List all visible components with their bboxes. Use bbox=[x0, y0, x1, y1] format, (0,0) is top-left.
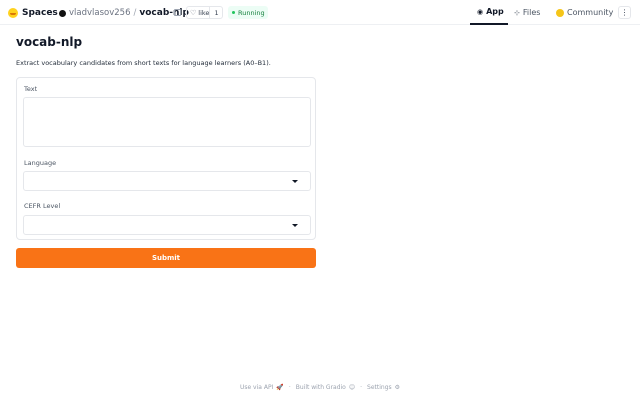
tab-community[interactable]: Community bbox=[556, 0, 613, 25]
input-form-panel: Text Language CEFR Level bbox=[16, 77, 316, 240]
hugging-face-logo-icon bbox=[8, 8, 18, 18]
submit-button[interactable]: Submit bbox=[16, 248, 316, 268]
settings-link[interactable]: Settings bbox=[367, 384, 392, 391]
cefr-level-dropdown[interactable] bbox=[23, 215, 311, 235]
tab-files[interactable]: ⊹ Files bbox=[514, 0, 540, 25]
tab-app-label: App bbox=[486, 7, 504, 16]
heart-icon: ♡ bbox=[190, 8, 197, 17]
owner-link[interactable]: vladvlasov256 bbox=[69, 8, 130, 18]
like-count: 1 bbox=[209, 7, 222, 18]
owner-avatar bbox=[59, 9, 66, 17]
files-icon: ⊹ bbox=[514, 8, 520, 17]
kebab-menu-icon: ⋮ bbox=[620, 8, 629, 17]
built-with-gradio-link[interactable]: Built with Gradio bbox=[296, 384, 346, 391]
status-badge: Running bbox=[228, 6, 268, 19]
repo-name-link[interactable]: vocab-nlp bbox=[139, 8, 189, 18]
language-label: Language bbox=[24, 159, 57, 167]
like-button[interactable]: ♡ like 1 bbox=[186, 6, 223, 19]
top-bar: Spaces vladvlasov256 / vocab-nlp ♡ like … bbox=[0, 0, 640, 25]
tab-community-label: Community bbox=[567, 8, 614, 17]
gradio-logo-icon: 😊 bbox=[348, 383, 356, 391]
page-description: Extract vocabulary candidates from short… bbox=[16, 59, 271, 67]
footer-dot: · bbox=[288, 383, 291, 391]
rocket-icon: 🚀 bbox=[276, 383, 284, 391]
page-title: vocab-nlp bbox=[16, 35, 83, 49]
footer: Use via API 🚀 · Built with Gradio 😊 · Se… bbox=[0, 381, 640, 393]
chevron-down-icon bbox=[292, 224, 298, 227]
breadcrumb-separator: / bbox=[133, 8, 137, 18]
gear-icon: ⚙ bbox=[394, 383, 401, 391]
tab-app[interactable]: ◉ App bbox=[470, 0, 508, 25]
spaces-brand[interactable]: Spaces bbox=[8, 6, 58, 20]
language-dropdown[interactable] bbox=[23, 171, 311, 191]
copy-icon[interactable] bbox=[174, 9, 181, 16]
status-label: Running bbox=[238, 8, 265, 17]
use-via-api-link[interactable]: Use via API bbox=[240, 384, 273, 391]
like-label: like bbox=[198, 8, 210, 17]
text-input[interactable] bbox=[23, 97, 311, 147]
community-icon bbox=[556, 8, 564, 17]
more-options-button[interactable]: ⋮ bbox=[618, 6, 631, 19]
brand-label: Spaces bbox=[22, 8, 58, 18]
tab-files-label: Files bbox=[522, 8, 541, 17]
app-icon: ◉ bbox=[477, 7, 484, 16]
cefr-level-label: CEFR Level bbox=[24, 202, 61, 210]
footer-dot: · bbox=[360, 383, 363, 391]
status-dot-icon bbox=[232, 11, 235, 14]
chevron-down-icon bbox=[292, 180, 298, 183]
repo-breadcrumb: vladvlasov256 / vocab-nlp bbox=[59, 6, 189, 20]
text-label: Text bbox=[24, 85, 38, 93]
